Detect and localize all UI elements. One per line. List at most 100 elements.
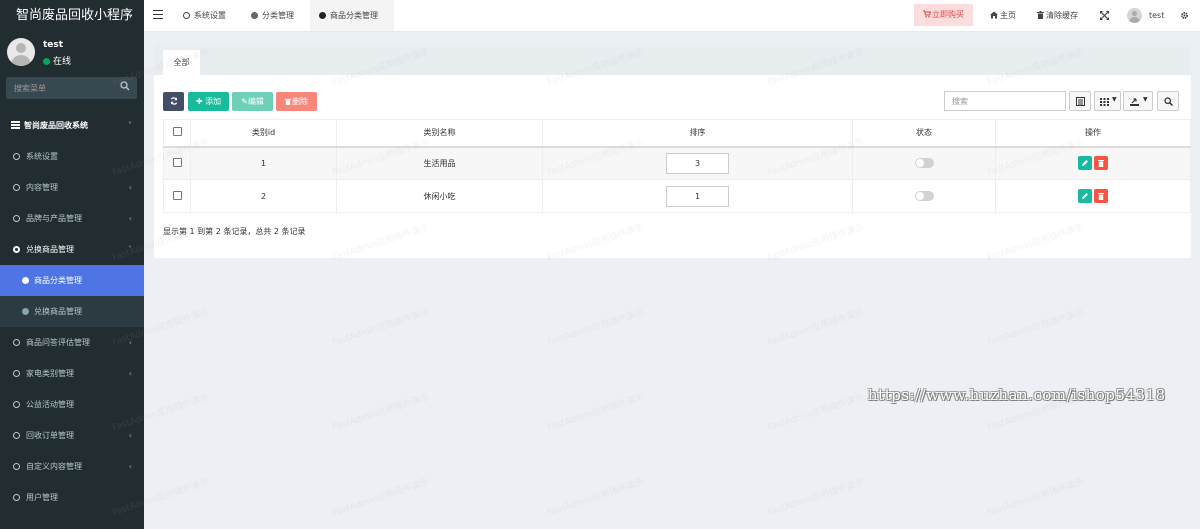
circle-icon [13,184,20,191]
top-user-name[interactable]: test [1149,0,1164,31]
nav-tab-category-management[interactable]: 分类管理 [242,0,308,31]
circle-icon [13,246,20,253]
nav-tab-product-category-management[interactable]: 商品分类管理 [310,0,394,31]
circle-icon [13,339,20,346]
sidebar-item-label: 商品分类管理 [34,276,82,285]
app-logo-title[interactable]: 智尚废品回收小程序 [0,0,144,32]
trash-icon [285,98,291,105]
pagination-info: 显示第 1 到第 2 条记录，总共 2 条记录 [163,227,306,236]
clear-cache-link[interactable]: 清除缓存 [1037,0,1078,31]
home-link[interactable]: 主页 [990,0,1016,31]
menu-search-box [6,77,137,99]
table-row: 1 生活用品 [163,146,1191,180]
user-avatar [7,38,35,66]
sidebar-item-label: 兑换商品管理 [34,307,82,316]
circle-icon [13,494,20,501]
sidebar-item[interactable]: 家电类别管理 ‹ [0,358,144,389]
nav-tab-label: 商品分类管理 [330,11,378,20]
row-edit-button[interactable] [1078,156,1092,171]
weigh-input[interactable] [666,152,729,174]
edit-button[interactable]: ✎编辑 [232,92,273,111]
sidebar-item[interactable]: 系统设置 [0,141,144,172]
home-icon [990,11,998,19]
fullscreen-icon[interactable] [1100,11,1109,20]
advanced-search-button[interactable] [1157,91,1179,111]
export-icon [1130,98,1139,106]
column-header-weigh[interactable]: 排序 [542,119,853,148]
sidebar-item[interactable]: 商品分类管理 [0,265,144,296]
nav-tab-system-settings[interactable]: 系统设置 [174,0,240,31]
select-all-cell [163,119,191,148]
add-button[interactable]: ✚ 添加 [188,92,229,111]
sidebar-item[interactable]: 兑换商品管理 ˅ [0,234,144,265]
select-all-checkbox[interactable] [172,127,182,137]
cell-weigh [542,146,853,180]
caret-down-icon: ▼ [1112,96,1117,103]
sidebar-item[interactable]: 回收订单管理 ‹ [0,420,144,451]
circle-icon [22,308,29,315]
sidebar-item[interactable]: 内容管理 ‹ [0,172,144,203]
hamburger-menu-icon[interactable] [153,10,163,19]
column-header-status[interactable]: 状态 [852,119,996,148]
row-select-cell [163,179,191,213]
sidebar-item[interactable]: 用户管理 [0,482,144,513]
delete-button[interactable]: 删除 [276,92,317,111]
circle-icon [13,370,20,377]
cell-weigh [542,179,853,213]
circle-filled-icon [319,12,326,19]
table-header-row: 类别id 类别名称 排序 状态 操作 [163,119,1191,148]
watermark-text: FastAdmin应用插件演示 [331,307,431,349]
search-icon[interactable] [120,81,130,91]
sidebar-item[interactable]: 公益活动管理 [0,389,144,420]
trash-icon [1098,160,1104,168]
row-delete-button[interactable] [1094,189,1108,203]
toggle-view-button[interactable] [1069,91,1091,111]
home-label: 主页 [1000,11,1016,20]
sidebar-item[interactable]: 智尚废品回收系统 ˅ [0,110,144,141]
status-toggle[interactable] [914,158,934,169]
column-header-id[interactable]: 类别id [190,119,337,148]
column-header-operate: 操作 [995,119,1191,148]
sidebar-item-label: 商品问答评估管理 [26,338,90,347]
gears-icon[interactable] [1180,11,1189,20]
chevron-left-icon: ‹ [128,338,132,347]
circle-icon [13,432,20,439]
grid-icon [1100,98,1109,106]
user-status: 在线 [43,54,71,67]
sidebar-item[interactable]: 商品问答评估管理 ‹ [0,327,144,358]
column-header-name[interactable]: 类别名称 [336,119,543,148]
top-user-avatar[interactable] [1127,8,1142,23]
export-dropdown-button[interactable]: ▼ [1123,91,1153,111]
weigh-input[interactable] [666,185,729,207]
sidebar-item[interactable]: 自定义内容管理 ‹ [0,451,144,482]
row-checkbox[interactable] [172,157,182,167]
user-name: test [43,40,64,50]
add-label: 添加 [205,97,222,106]
table-row: 2 休闲小吃 [163,179,1191,213]
watermark-text: FastAdmin应用插件演示 [546,392,646,434]
status-toggle[interactable] [914,191,934,201]
menu-search-input[interactable] [6,77,137,99]
nav-tab-label: 分类管理 [262,11,294,20]
row-edit-button[interactable] [1078,189,1092,203]
refresh-button[interactable] [163,92,184,111]
watermark-text: FastAdmin应用插件演示 [546,477,646,519]
table-search-input[interactable] [944,91,1066,111]
refresh-icon [170,97,177,105]
cell-name: 休闲小吃 [336,179,543,213]
shopping-cart-icon [923,10,932,18]
watermark-text: FastAdmin应用插件演示 [331,392,431,434]
row-checkbox[interactable] [172,190,182,200]
delete-label: 删除 [292,97,308,106]
tab-all[interactable]: 全部 [163,50,200,75]
trash-icon [1098,193,1104,200]
sidebar-item[interactable]: 品牌与产品管理 ‹ [0,203,144,234]
sidebar-item-label: 自定义内容管理 [26,462,82,471]
columns-dropdown-button[interactable]: ▼ [1094,91,1121,111]
row-delete-button[interactable] [1094,156,1108,171]
watermark-text: FastAdmin应用插件演示 [766,307,866,349]
nav-tab-label: 系统设置 [194,11,226,20]
buy-now-button[interactable]: 立即购买 [914,4,973,26]
clear-cache-label: 清除缓存 [1046,11,1078,20]
sidebar-item[interactable]: 兑换商品管理 [0,296,144,327]
